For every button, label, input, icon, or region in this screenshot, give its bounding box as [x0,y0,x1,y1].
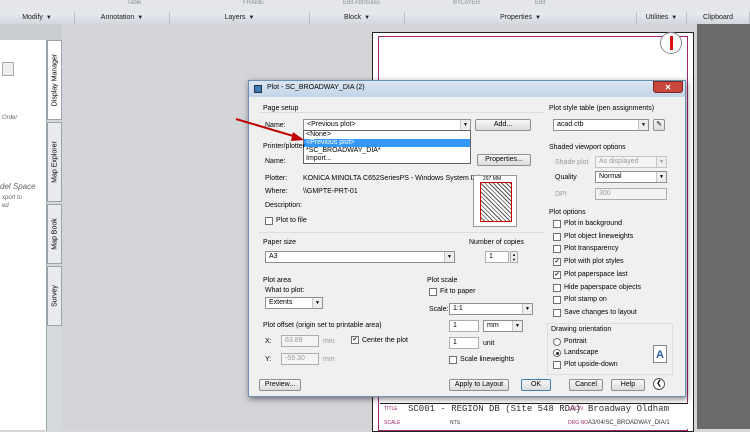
annotation-arrow [235,118,304,141]
arrow-head [291,132,304,141]
arrow-shaft [235,118,301,139]
